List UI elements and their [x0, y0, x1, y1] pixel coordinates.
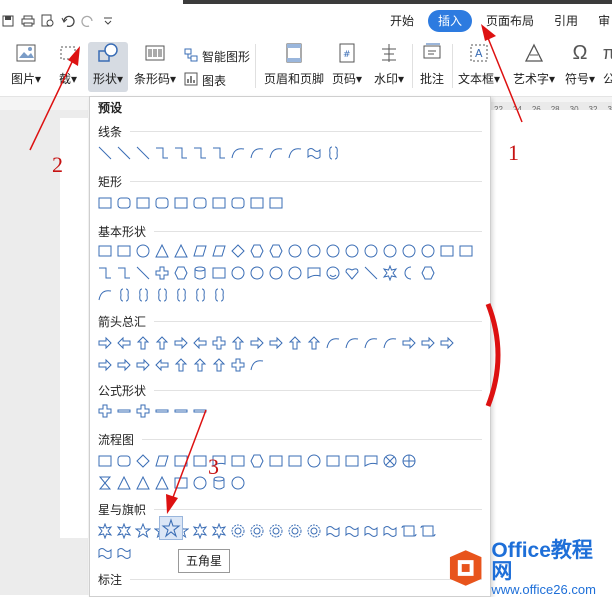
annotation-arrows [29, 24, 523, 514]
office-tutorial-logo: Office教程网 www.office26.com [446, 540, 612, 597]
logo-text: Office教程网 www.office26.com [491, 538, 596, 597]
annotation-number-2: 2 [52, 152, 63, 177]
office-logo-icon [449, 550, 482, 586]
annotation-number-1: 1 [508, 140, 519, 165]
annotation-number-3: 3 [208, 454, 219, 479]
